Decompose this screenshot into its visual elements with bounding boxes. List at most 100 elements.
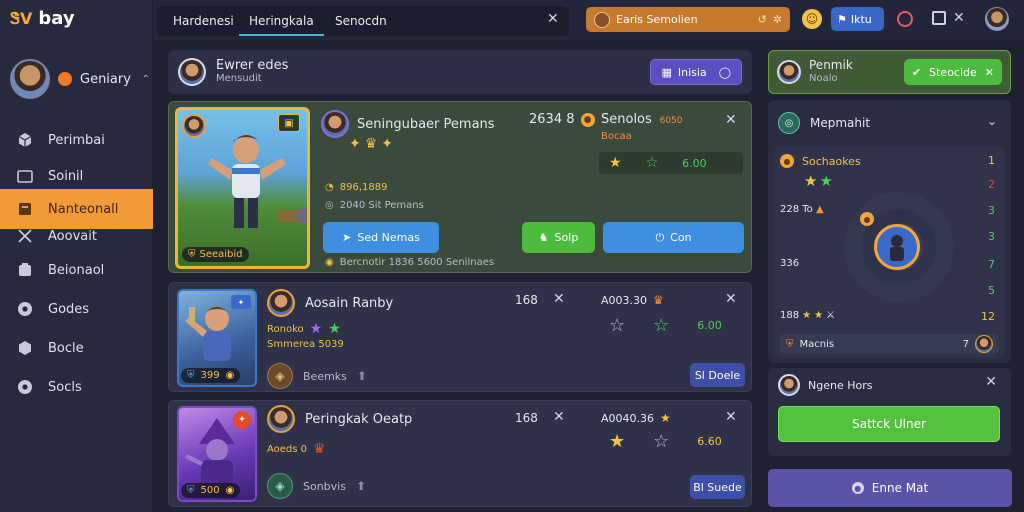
hero-artwork[interactable]: ▣ ⛨ Seeaibid	[175, 107, 310, 269]
list-header: ● Sochaokes	[780, 154, 861, 168]
page-subtitle: Mensudit	[216, 73, 262, 84]
close-icon[interactable]: ✕	[553, 409, 565, 425]
connect-button[interactable]: ⏻ Con	[603, 222, 744, 253]
list-footer: ⛨ Macnis 7	[780, 334, 999, 354]
solo-label: Solp	[554, 231, 579, 244]
notifications-button[interactable]: ⚑ Iktu	[831, 7, 884, 31]
rank-number: 3	[988, 204, 995, 217]
profile-name: Geniary	[80, 71, 131, 87]
sidebar-item-bocle[interactable]: Bocle	[0, 328, 153, 368]
close-icon[interactable]: ✕	[985, 66, 994, 79]
tab-bar: Hardenesi Heringkala Senocdn ✕	[157, 6, 569, 36]
avatar[interactable]	[985, 7, 1009, 31]
sidebar-item-socls[interactable]: Socls	[0, 367, 153, 407]
featured-footer: ◉ Bercnotir 1836 5600 Senilnaes	[325, 257, 494, 268]
window-icon[interactable]	[932, 11, 946, 25]
knight-icon	[890, 235, 904, 261]
avatar	[777, 60, 801, 84]
challenge-button[interactable]: Sattck Ulner	[778, 406, 1000, 442]
star-icon: ★	[328, 321, 341, 337]
pin-icon[interactable]: ⬆	[356, 479, 366, 493]
avatar	[321, 110, 349, 138]
alert-badge-icon: ✦	[233, 411, 251, 429]
card-title-row: Aosain Ranby	[267, 289, 393, 317]
card-artwork[interactable]: ✦ ⛨ 500 ◉	[177, 406, 257, 502]
chevron-up-icon[interactable]: ⌃	[142, 74, 150, 85]
card-count: 168	[515, 293, 538, 307]
circle-icon: ●	[851, 482, 864, 494]
claim-button[interactable]: ✔ Steocide ✕	[903, 59, 1002, 85]
tab-hardenesi[interactable]: Hardenesi	[163, 6, 244, 36]
star-icon: ★	[609, 155, 622, 171]
claim-label: Steocide	[929, 65, 977, 79]
close-icon[interactable]: ✕	[553, 291, 565, 307]
card-price: A0040.36 ★	[601, 411, 671, 425]
cube-icon	[18, 133, 32, 147]
featured-side-info: Senolos 6050 Bocaa	[601, 112, 683, 142]
bell-icon: ⚑	[837, 12, 847, 26]
card-rating: ★ ☆ 6.60	[609, 431, 722, 452]
footer-text: Bercnotir 1836 5600 Senilnaes	[339, 257, 495, 268]
send-icon: ➤	[342, 231, 352, 244]
featured-card: ▣ ⛨ Seeaibid Seningubaer Pemans ✦ ♛ ✦ 26…	[168, 101, 752, 273]
sidebar: ᏕV bay Geniary ⌃ Perimbai Soinil Nanteon…	[0, 0, 153, 512]
card-badge: ⛨ 500 ◉	[181, 483, 241, 498]
connect-label: Con	[670, 231, 692, 244]
featured-score: 2634 8 ●	[529, 112, 595, 127]
pool-icon: ◈	[267, 363, 293, 389]
row-label-text: 188	[780, 310, 800, 321]
sidebar-item-label: Soinil	[48, 168, 84, 184]
card-action-button[interactable]: Bl Suede	[690, 475, 745, 499]
tab-senocdn[interactable]: Senocdn	[325, 6, 397, 36]
card-title-row: Peringkak Oeatp	[267, 405, 412, 433]
pin-icon[interactable]: ⬆	[357, 369, 367, 383]
record-icon[interactable]	[897, 11, 913, 27]
close-icon[interactable]: ✕	[725, 409, 737, 425]
chevron-down-icon[interactable]: ⌄	[987, 114, 997, 128]
page-header: Ewrer edes Mensudit ▦ Inisia ◯	[168, 50, 752, 94]
solo-button[interactable]: ♞ Solp	[522, 222, 595, 253]
star-icon: ★	[660, 411, 671, 425]
card-action-button[interactable]: Sl Doele	[690, 363, 745, 387]
header-action-button[interactable]: ▦ Inisia ◯	[650, 59, 742, 85]
sidebar-item-perimbai[interactable]: Perimbai	[0, 120, 153, 160]
emoji-icon[interactable]: ☺	[802, 9, 822, 29]
game-card: ✦ ⛨ 500 ◉ Peringkak Oeatp Aoeds 0 ♛ ◈ So…	[168, 400, 752, 507]
footer-label: Macnis	[799, 338, 835, 350]
rank-number: 2	[988, 178, 995, 191]
card-pool: ◈ Beemks ⬆	[267, 363, 367, 389]
send-button[interactable]: ➤ Sed Nemas	[323, 222, 439, 253]
leaderboard-list: ● Sochaokes ★ ★ 228 To ▲ 336 188 ★ ★ ⚔ ●…	[774, 146, 1005, 358]
avatar	[594, 11, 610, 28]
settings-icon[interactable]: ✲	[773, 13, 782, 26]
close-icon[interactable]: ✕	[547, 11, 559, 27]
swords-icon	[18, 229, 32, 243]
sidebar-item-godes[interactable]: Godes	[0, 289, 153, 329]
box-icon	[19, 263, 31, 276]
pool-label: Beemks	[303, 369, 347, 383]
avatar	[267, 405, 295, 433]
card-count: 168	[515, 411, 538, 425]
close-icon[interactable]: ✕	[725, 112, 737, 128]
close-icon[interactable]: ✕	[725, 291, 737, 307]
crown-icon: ♛	[313, 441, 326, 457]
user-profile[interactable]: Geniary ⌃	[10, 58, 150, 100]
right-profile-name: Penmik	[809, 58, 853, 72]
event-banner[interactable]: Earis Semolien ↺ ✲	[586, 7, 790, 32]
right-profile-card: Penmik Noalo ✔ Steocide ✕	[768, 50, 1011, 94]
status-dot	[58, 72, 72, 86]
card-tags: Aoeds 0 ♛	[267, 441, 326, 457]
tab-heringkala[interactable]: Heringkala	[239, 6, 324, 36]
card-badge: ⛨ 399 ◉	[181, 368, 241, 383]
card-tag: Ronoko	[267, 323, 304, 335]
close-icon[interactable]: ✕	[985, 374, 997, 390]
close-window-icon[interactable]: ✕	[953, 10, 965, 26]
trend-icon: ▲	[815, 204, 824, 215]
refresh-icon[interactable]: ↺	[758, 13, 767, 26]
card-artwork[interactable]: ✦ ⛨ 399 ◉	[177, 289, 257, 387]
app-logo[interactable]: ᏕV bay	[10, 8, 75, 29]
gear-icon	[18, 380, 32, 394]
card-tag: Aoeds 0	[267, 443, 308, 455]
sidebar-item-beionaol[interactable]: Beionaol	[0, 250, 153, 290]
next-button[interactable]: ● Enne Mat	[768, 469, 1012, 507]
